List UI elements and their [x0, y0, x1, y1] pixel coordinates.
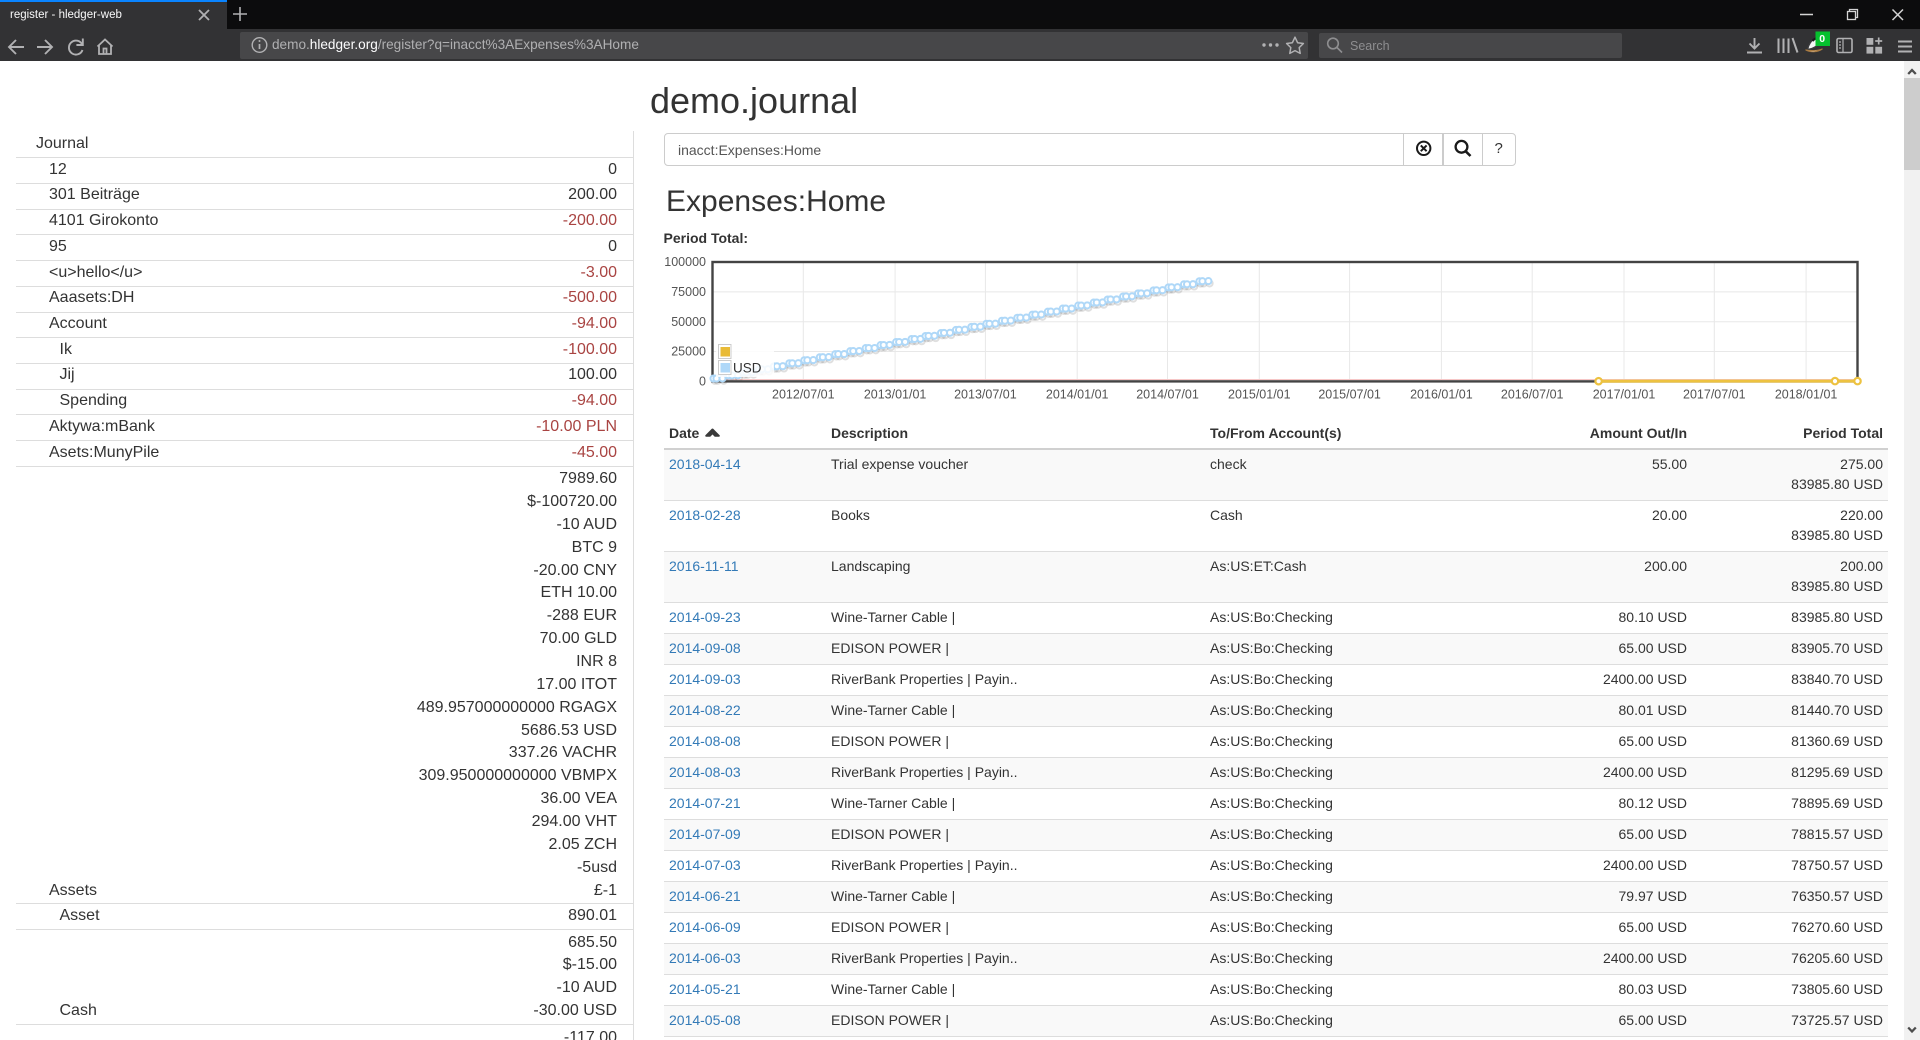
svg-text:2016/01/01: 2016/01/01	[1410, 387, 1473, 401]
svg-text:2014/07/01: 2014/07/01	[1136, 387, 1199, 401]
svg-text:2015/01/01: 2015/01/01	[1228, 387, 1291, 401]
svg-text:0: 0	[699, 375, 706, 389]
svg-text:2012/07/01: 2012/07/01	[772, 387, 835, 401]
svg-text:50000: 50000	[671, 315, 706, 329]
svg-text:2015/07/01: 2015/07/01	[1318, 387, 1381, 401]
svg-text:2013/07/01: 2013/07/01	[954, 387, 1017, 401]
svg-text:2017/01/01: 2017/01/01	[1593, 387, 1656, 401]
svg-text:75000: 75000	[671, 285, 706, 299]
svg-text:100000: 100000	[664, 255, 706, 269]
svg-text:2017/07/01: 2017/07/01	[1683, 387, 1746, 401]
svg-text:25000: 25000	[671, 345, 706, 359]
svg-text:2013/01/01: 2013/01/01	[864, 387, 927, 401]
svg-text:2014/01/01: 2014/01/01	[1046, 387, 1109, 401]
svg-text:USD: USD	[733, 361, 762, 376]
svg-text:2018/01/01: 2018/01/01	[1775, 387, 1838, 401]
svg-text:2016/07/01: 2016/07/01	[1501, 387, 1564, 401]
